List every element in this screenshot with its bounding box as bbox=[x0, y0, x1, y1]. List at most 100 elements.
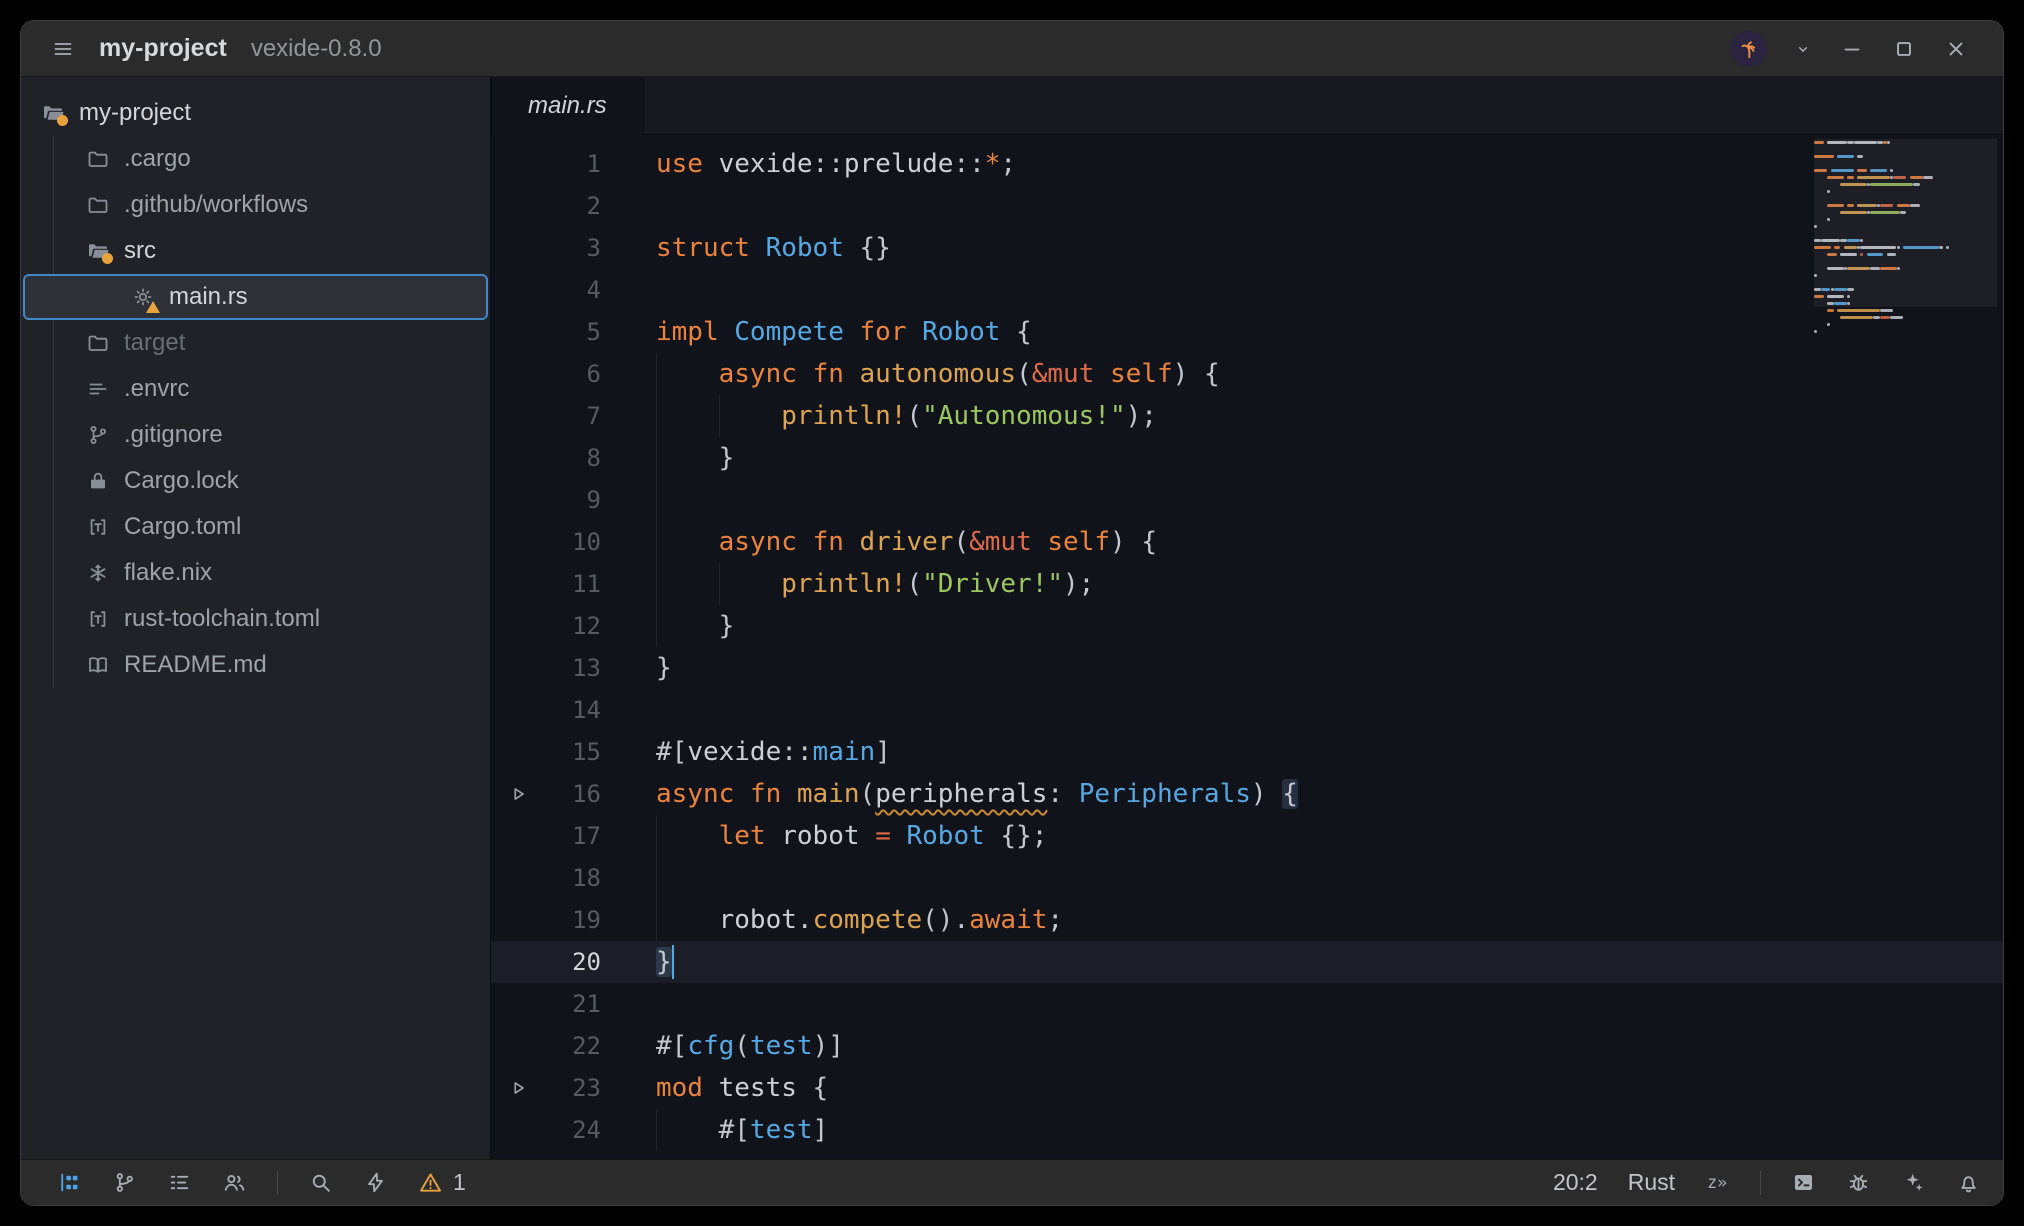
sidebar-item--github-workflows[interactable]: .github/workflows bbox=[21, 182, 490, 228]
minimap-bar bbox=[1814, 330, 1817, 333]
project-panel-icon[interactable] bbox=[57, 1170, 82, 1195]
sidebar-item--cargo[interactable]: .cargo bbox=[21, 136, 490, 182]
minimap-bar bbox=[1840, 316, 1873, 319]
notification-bell-icon[interactable] bbox=[1956, 1170, 1981, 1195]
code-line-20[interactable]: 20} bbox=[491, 941, 2003, 983]
minimap-bar bbox=[1890, 316, 1903, 319]
token: :: bbox=[813, 149, 844, 179]
sidebar-item-my-project[interactable]: my-project bbox=[21, 90, 490, 136]
code-line-22[interactable]: 22#[cfg(test)] bbox=[491, 1025, 2003, 1067]
line-number: 11 bbox=[491, 563, 601, 605]
token bbox=[844, 527, 860, 557]
editor[interactable]: 1use vexide::prelude::*;23struct Robot {… bbox=[491, 135, 2003, 1159]
minimap[interactable] bbox=[1814, 139, 1997, 335]
status-bar-left: 1 bbox=[21, 1169, 466, 1196]
main-area: my-project.cargo.github/workflowssrcmain… bbox=[21, 77, 2003, 1159]
tab-main-rs[interactable]: main.rs bbox=[491, 77, 644, 135]
user-avatar[interactable] bbox=[1731, 31, 1767, 67]
token bbox=[719, 317, 735, 347]
code-line-1[interactable]: 1use vexide::prelude::*; bbox=[491, 143, 2003, 185]
code-line-21[interactable]: 21 bbox=[491, 983, 2003, 1025]
app-menu-hamburger-icon[interactable] bbox=[51, 37, 75, 61]
minimize-button[interactable] bbox=[1839, 36, 1865, 62]
code-line-10[interactable]: 10 async fn driver(&mut self) { bbox=[491, 521, 2003, 563]
code-line-16[interactable]: 16async fn main(peripherals: Peripherals… bbox=[491, 773, 2003, 815]
terminal-icon[interactable] bbox=[1791, 1170, 1816, 1195]
token: } bbox=[656, 947, 672, 977]
assistant-zap-icon[interactable] bbox=[363, 1170, 388, 1195]
runnable-play-icon[interactable] bbox=[507, 1077, 529, 1104]
sidebar-item--envrc[interactable]: .envrc bbox=[21, 366, 490, 412]
code-line-6[interactable]: 6 async fn autonomous(&mut self) { bbox=[491, 353, 2003, 395]
code-line-11[interactable]: 11 println!("Driver!"); bbox=[491, 563, 2003, 605]
sidebar-item-readme-md[interactable]: README.md bbox=[21, 642, 490, 688]
code-line-12[interactable]: 12 } bbox=[491, 605, 2003, 647]
collab-icon[interactable] bbox=[222, 1170, 247, 1195]
token: Robot bbox=[922, 317, 1000, 347]
code-line-13[interactable]: 13} bbox=[491, 647, 2003, 689]
close-button[interactable] bbox=[1943, 36, 1969, 62]
inline-completion-icon[interactable]: z» bbox=[1705, 1170, 1730, 1195]
outline-icon[interactable] bbox=[167, 1170, 192, 1195]
rust-file-icon bbox=[131, 285, 155, 309]
token bbox=[766, 821, 782, 851]
code-line-14[interactable]: 14 bbox=[491, 689, 2003, 731]
token: "Autonomous!" bbox=[922, 401, 1126, 431]
runnable-play-icon[interactable] bbox=[507, 783, 529, 810]
diagnostics-indicator[interactable]: 1 bbox=[418, 1169, 466, 1196]
maximize-button[interactable] bbox=[1891, 36, 1917, 62]
ai-sparkle-icon[interactable] bbox=[1901, 1170, 1926, 1195]
cursor-position[interactable]: 20:2 bbox=[1553, 1169, 1598, 1196]
sidebar-item-target[interactable]: target bbox=[21, 320, 490, 366]
sidebar-item-rust-toolchain-toml[interactable]: rust-toolchain.toml bbox=[21, 596, 490, 642]
sidebar-item-main-rs[interactable]: main.rs bbox=[23, 274, 488, 320]
code-line-8[interactable]: 8 } bbox=[491, 437, 2003, 479]
sidebar-item-flake-nix[interactable]: flake.nix bbox=[21, 550, 490, 596]
sidebar-item-cargo-lock[interactable]: Cargo.lock bbox=[21, 458, 490, 504]
line-number: 13 bbox=[491, 647, 601, 689]
code-line-2[interactable]: 2 bbox=[491, 185, 2003, 227]
project-version: vexide-0.8.0 bbox=[251, 35, 382, 63]
git-branch-icon[interactable] bbox=[112, 1170, 137, 1195]
code-line-23[interactable]: 23mod tests { bbox=[491, 1067, 2003, 1109]
code-line-3[interactable]: 3struct Robot {} bbox=[491, 227, 2003, 269]
token: { bbox=[1282, 779, 1298, 809]
search-icon[interactable] bbox=[308, 1170, 333, 1195]
code-line-17[interactable]: 17 let robot = Robot {}; bbox=[491, 815, 2003, 857]
indent-guide bbox=[656, 815, 657, 857]
code-line-9[interactable]: 9 bbox=[491, 479, 2003, 521]
token: } bbox=[656, 443, 734, 473]
git-branch-icon bbox=[86, 423, 110, 447]
sidebar-item-cargo-toml[interactable]: Cargo.toml bbox=[21, 504, 490, 550]
code-line-24[interactable]: 24 #[test] bbox=[491, 1109, 2003, 1151]
token: ( bbox=[906, 569, 922, 599]
token: ); bbox=[1063, 569, 1094, 599]
status-bar-right: 20:2 Rust z» bbox=[1553, 1169, 2003, 1196]
token: ( bbox=[734, 1031, 750, 1061]
minimap-viewport[interactable] bbox=[1814, 139, 1997, 307]
avatar-chevron-icon[interactable] bbox=[1793, 39, 1813, 59]
sidebar-item-src[interactable]: src bbox=[21, 228, 490, 274]
token: } bbox=[656, 653, 672, 683]
indent-guide bbox=[656, 479, 657, 521]
line-number: 24 bbox=[491, 1109, 601, 1151]
token: } bbox=[656, 611, 734, 641]
code-line-18[interactable]: 18 bbox=[491, 857, 2003, 899]
debug-icon[interactable] bbox=[1846, 1170, 1871, 1195]
code-line-7[interactable]: 7 println!("Autonomous!"); bbox=[491, 395, 2003, 437]
code-line-4[interactable]: 4 bbox=[491, 269, 2003, 311]
token: "Driver!" bbox=[922, 569, 1063, 599]
code-line-15[interactable]: 15#[vexide::main] bbox=[491, 731, 2003, 773]
token bbox=[1063, 779, 1079, 809]
code-line-5[interactable]: 5impl Compete for Robot { bbox=[491, 311, 2003, 353]
token bbox=[891, 821, 907, 851]
sidebar-item--gitignore[interactable]: .gitignore bbox=[21, 412, 490, 458]
token: use bbox=[656, 149, 703, 179]
token bbox=[1032, 527, 1048, 557]
folder-icon bbox=[86, 331, 110, 355]
code-line-19[interactable]: 19 robot.compete().await; bbox=[491, 899, 2003, 941]
language-indicator[interactable]: Rust bbox=[1628, 1169, 1675, 1196]
line-number: 14 bbox=[491, 689, 601, 731]
token: tests bbox=[719, 1073, 797, 1103]
token: ) { bbox=[1110, 527, 1157, 557]
